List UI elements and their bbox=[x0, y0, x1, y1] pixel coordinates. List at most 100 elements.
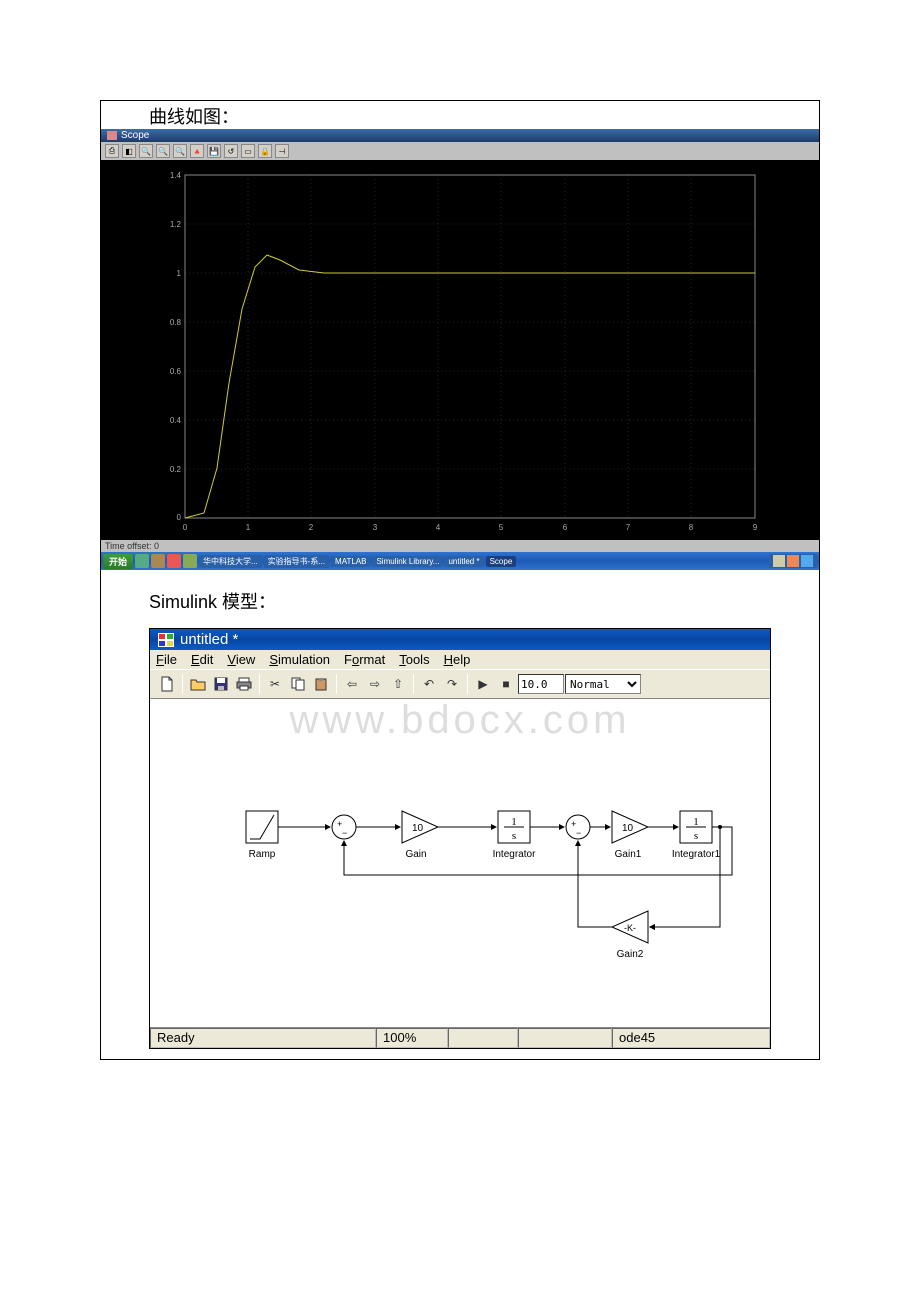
svg-text:3: 3 bbox=[373, 523, 378, 532]
tray-icon[interactable] bbox=[773, 555, 785, 567]
svg-text:1: 1 bbox=[177, 269, 182, 278]
simulink-title: untitled * bbox=[180, 631, 238, 648]
zoom-y-icon[interactable]: 🔍 bbox=[173, 144, 187, 158]
taskbar-item[interactable]: 华中科技大学... bbox=[199, 555, 262, 568]
taskbar-item[interactable]: 实验指导书-系... bbox=[264, 555, 329, 568]
simulink-menubar: File Edit View Simulation Format Tools H… bbox=[150, 650, 770, 669]
scope-plot: 1.4 1.2 1 0.8 0.6 0.4 0.2 0 0 1 2 3 4 5 bbox=[101, 160, 819, 540]
quick-launch-icon[interactable] bbox=[135, 554, 149, 568]
taskbar: 开始 华中科技大学... 实验指导书-系... MATLAB Simulink … bbox=[101, 552, 819, 570]
scope-icon bbox=[107, 131, 117, 140]
float-icon[interactable]: ▭ bbox=[241, 144, 255, 158]
autoscale-icon[interactable]: 🔺 bbox=[190, 144, 204, 158]
paste-icon[interactable] bbox=[310, 673, 332, 695]
status-solver: ode45 bbox=[612, 1028, 770, 1048]
svg-text:0.4: 0.4 bbox=[170, 416, 182, 425]
block-integrator1: 1 s Integrator1 bbox=[672, 811, 721, 860]
menu-format[interactable]: Format bbox=[344, 652, 385, 667]
save-icon[interactable] bbox=[210, 673, 232, 695]
simulink-icon bbox=[158, 633, 174, 647]
simulink-titlebar[interactable]: untitled * bbox=[150, 629, 770, 650]
params-icon[interactable]: ◧ bbox=[122, 144, 136, 158]
cut-icon[interactable]: ✂ bbox=[264, 673, 286, 695]
simulink-toolbar: ✂ ⇦ ⇨ ⇧ ↶ ↷ ▶ ■ Normal bbox=[150, 669, 770, 699]
save-icon[interactable]: 💾 bbox=[207, 144, 221, 158]
status-blank bbox=[518, 1028, 612, 1048]
lock-icon[interactable]: 🔒 bbox=[258, 144, 272, 158]
taskbar-item[interactable]: Simulink Library... bbox=[372, 556, 442, 567]
block-sum2: + − bbox=[566, 815, 590, 839]
svg-text:0: 0 bbox=[183, 523, 188, 532]
svg-text:8: 8 bbox=[689, 523, 694, 532]
menu-help[interactable]: Help bbox=[444, 652, 471, 667]
svg-text:Gain2: Gain2 bbox=[617, 949, 644, 960]
svg-text:0.8: 0.8 bbox=[170, 318, 182, 327]
svg-text:s: s bbox=[694, 830, 698, 842]
play-icon[interactable]: ▶ bbox=[472, 673, 494, 695]
mode-select[interactable]: Normal bbox=[565, 674, 641, 694]
scope-toolbar: ⎙ ◧ 🔍 🔍 🔍 🔺 💾 ↺ ▭ 🔒 ⊣ bbox=[101, 142, 819, 160]
svg-text:s: s bbox=[512, 830, 516, 842]
undo-icon[interactable]: ↶ bbox=[418, 673, 440, 695]
stop-time-input[interactable] bbox=[518, 674, 564, 694]
page-container: 曲线如图： Scope ⎙ ◧ 🔍 🔍 🔍 🔺 💾 ↺ ▭ 🔒 ⊣ bbox=[100, 100, 820, 1060]
status-ready: Ready bbox=[150, 1028, 376, 1048]
svg-text:0.2: 0.2 bbox=[170, 465, 182, 474]
svg-text:1: 1 bbox=[511, 816, 517, 828]
forward-icon[interactable]: ⇨ bbox=[364, 673, 386, 695]
print-icon[interactable]: ⎙ bbox=[105, 144, 119, 158]
taskbar-item-active[interactable]: Scope bbox=[486, 556, 517, 567]
block-integrator: 1 s Integrator bbox=[493, 811, 536, 860]
system-tray bbox=[769, 554, 817, 568]
simulink-canvas[interactable]: Ramp + − 10 Gain 1 bbox=[150, 699, 770, 1027]
taskbar-item[interactable]: MATLAB bbox=[331, 556, 370, 567]
scope-chart-svg: 1.4 1.2 1 0.8 0.6 0.4 0.2 0 0 1 2 3 4 5 bbox=[101, 160, 819, 540]
svg-text:0: 0 bbox=[177, 513, 182, 522]
scope-status: Time offset: 0 bbox=[101, 540, 819, 552]
svg-text:1.4: 1.4 bbox=[170, 171, 182, 180]
svg-text:0.6: 0.6 bbox=[170, 367, 182, 376]
tray-icon[interactable] bbox=[801, 555, 813, 567]
menu-view[interactable]: View bbox=[227, 652, 255, 667]
zoom-icon[interactable]: 🔍 bbox=[139, 144, 153, 158]
svg-text:4: 4 bbox=[436, 523, 441, 532]
menu-file[interactable]: File bbox=[156, 652, 177, 667]
copy-icon[interactable] bbox=[287, 673, 309, 695]
scope-title: Scope bbox=[121, 130, 149, 141]
svg-text:Gain: Gain bbox=[405, 849, 426, 860]
signal-icon[interactable]: ⊣ bbox=[275, 144, 289, 158]
svg-text:1: 1 bbox=[693, 816, 699, 828]
model-svg: Ramp + − 10 Gain 1 bbox=[150, 699, 770, 1027]
restore-icon[interactable]: ↺ bbox=[224, 144, 238, 158]
stop-icon[interactable]: ■ bbox=[495, 673, 517, 695]
simulink-window: untitled * File Edit View Simulation For… bbox=[149, 628, 771, 1049]
back-icon[interactable]: ⇦ bbox=[341, 673, 363, 695]
quick-launch-icon[interactable] bbox=[167, 554, 181, 568]
tray-icon[interactable] bbox=[787, 555, 799, 567]
up-icon[interactable]: ⇧ bbox=[387, 673, 409, 695]
svg-text:5: 5 bbox=[499, 523, 504, 532]
svg-text:Integrator: Integrator bbox=[493, 849, 536, 860]
quick-launch-icon[interactable] bbox=[183, 554, 197, 568]
scope-titlebar[interactable]: Scope bbox=[101, 129, 819, 142]
caption-mid: Simulink 模型： bbox=[101, 570, 819, 628]
taskbar-item[interactable]: untitled * bbox=[444, 556, 483, 567]
menu-simulation[interactable]: Simulation bbox=[269, 652, 330, 667]
quick-launch-icon[interactable] bbox=[151, 554, 165, 568]
svg-text:10: 10 bbox=[412, 823, 424, 834]
simulink-statusbar: Ready 100% ode45 bbox=[150, 1027, 770, 1048]
menu-tools[interactable]: Tools bbox=[399, 652, 429, 667]
zoom-x-icon[interactable]: 🔍 bbox=[156, 144, 170, 158]
svg-text:10: 10 bbox=[622, 823, 634, 834]
new-icon[interactable] bbox=[156, 673, 178, 695]
status-zoom: 100% bbox=[376, 1028, 448, 1048]
svg-text:1: 1 bbox=[246, 523, 251, 532]
block-sum1: + − bbox=[332, 815, 356, 839]
redo-icon[interactable]: ↷ bbox=[441, 673, 463, 695]
menu-edit[interactable]: Edit bbox=[191, 652, 213, 667]
block-gain1: 10 Gain1 bbox=[612, 811, 648, 860]
start-button[interactable]: 开始 bbox=[103, 554, 133, 569]
open-icon[interactable] bbox=[187, 673, 209, 695]
svg-text:9: 9 bbox=[753, 523, 758, 532]
print-icon[interactable] bbox=[233, 673, 255, 695]
